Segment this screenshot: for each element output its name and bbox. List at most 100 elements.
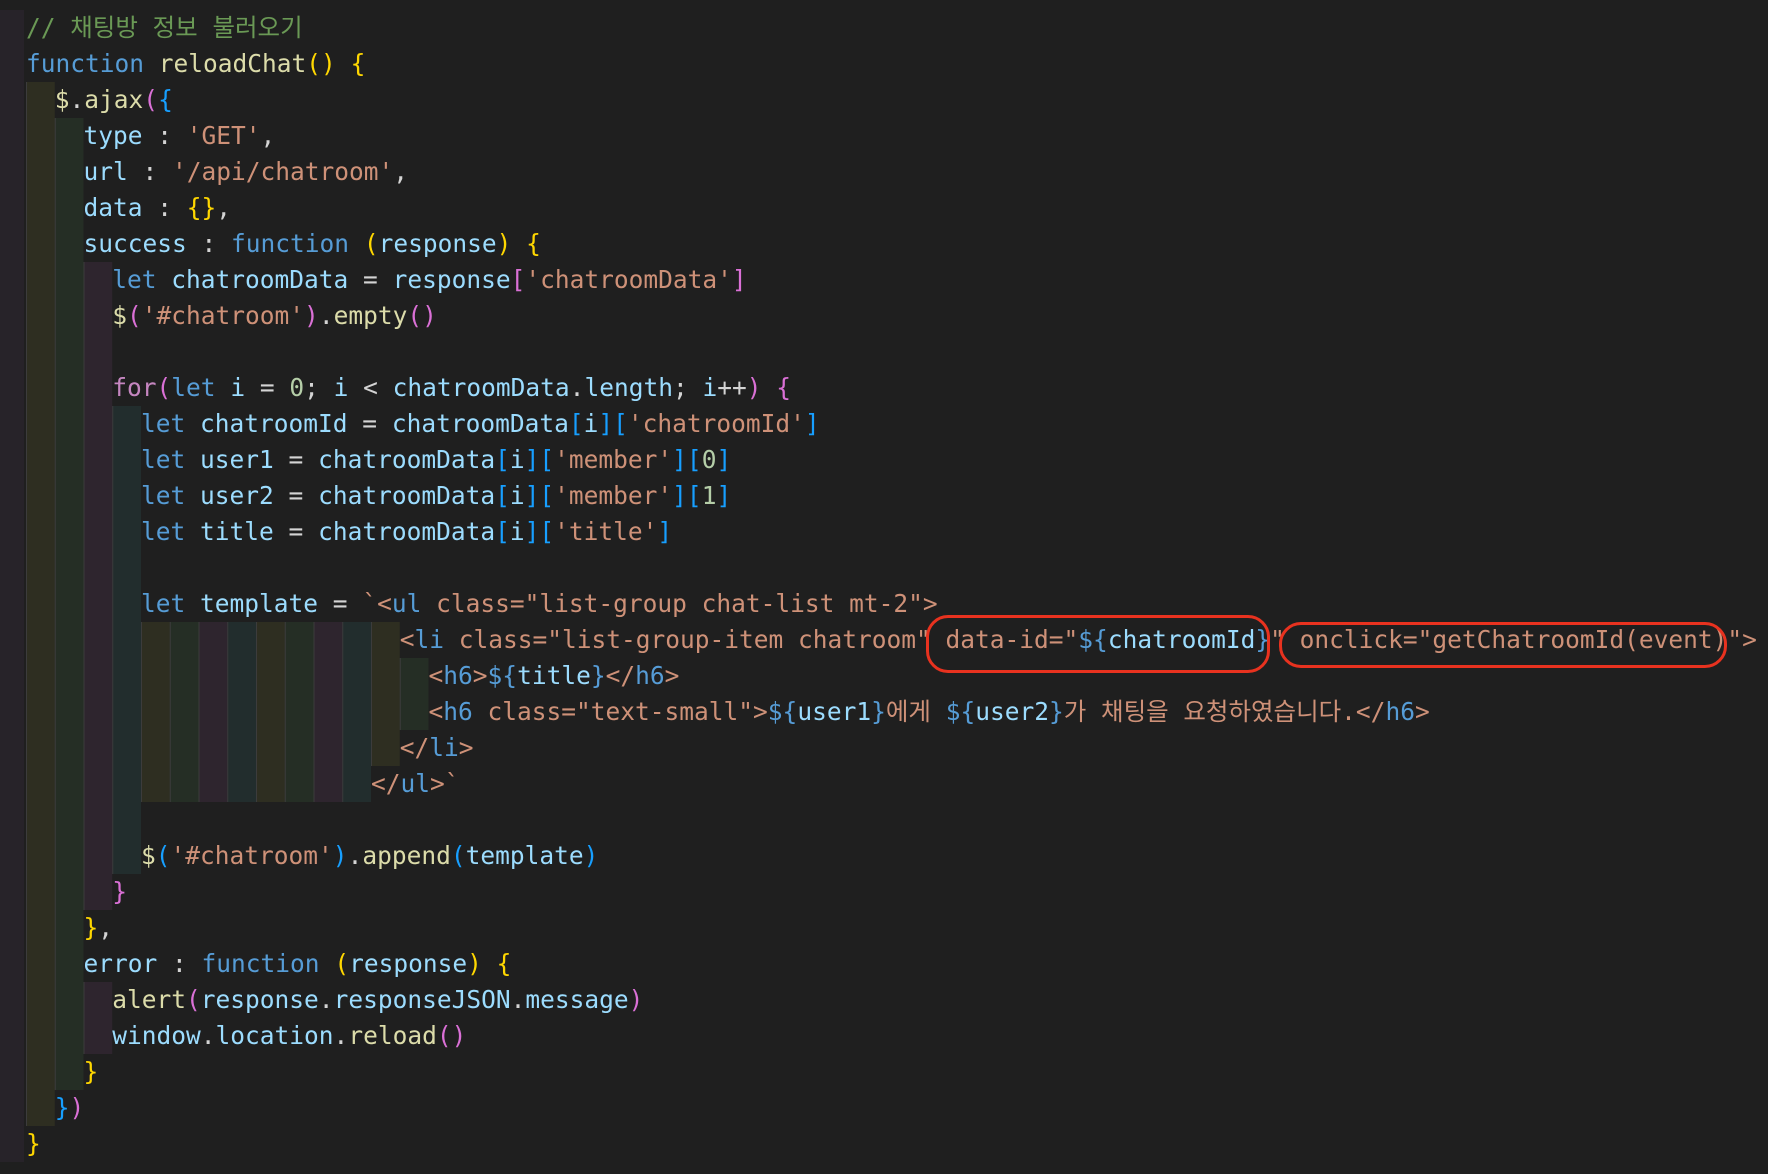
code-token: 에게	[885, 697, 946, 726]
code-token: chatroomId	[200, 409, 348, 438]
code-line: let template = `<ul class="list-group ch…	[0, 586, 1757, 622]
code-token: title	[517, 661, 591, 690]
code-token: [	[539, 481, 555, 510]
code-line: let user1 = chatroomData[i]['member'][0]	[0, 442, 1757, 478]
code-token: :	[127, 157, 173, 186]
code-token: response	[392, 265, 511, 294]
code-line: })	[0, 1090, 1757, 1126]
code-line: <li class="list-group-item chatroom" dat…	[0, 622, 1757, 658]
code-token: ,	[98, 913, 114, 942]
code-token: }	[112, 877, 128, 906]
code-token: [	[539, 445, 555, 474]
code-token: `<	[362, 589, 392, 618]
code-token: <	[428, 697, 444, 726]
code-lines: // 채팅방 정보 불러오기 function reloadChat() {$.a…	[0, 10, 1757, 1162]
code-token: i	[509, 517, 525, 546]
code-line: },	[0, 910, 1757, 946]
code-token: user2	[975, 697, 1049, 726]
code-line: alert(response.responseJSON.message)	[0, 982, 1757, 1018]
code-token: <	[348, 373, 393, 402]
code-token: reload	[348, 1021, 437, 1050]
code-token: url	[83, 157, 128, 186]
code-token: ajax	[84, 85, 144, 114]
code-token: li	[414, 625, 445, 654]
code-token: " onclick="getChatroomId(event)">	[1270, 625, 1757, 654]
code-token: {	[496, 949, 512, 978]
code-token: i	[583, 409, 599, 438]
code-token: ]	[524, 481, 540, 510]
code-token: h6	[443, 661, 473, 690]
code-token: message	[525, 985, 629, 1014]
code-token: $	[141, 841, 156, 870]
code-token: {	[350, 49, 366, 78]
code-token: =	[273, 481, 319, 510]
code-token: ${	[487, 661, 518, 690]
code-token: chatroomData	[391, 409, 569, 438]
code-token: ul	[391, 589, 422, 618]
code-token: )	[332, 841, 348, 870]
code-token: ]	[716, 481, 732, 510]
code-line: window.location.reload()	[0, 1018, 1757, 1054]
code-token: error	[83, 949, 158, 978]
code-token: ]	[716, 445, 732, 474]
code-token: ${	[767, 697, 798, 726]
code-token: li	[429, 733, 459, 762]
code-token: ${	[945, 697, 976, 726]
code-token: .	[69, 85, 85, 114]
code-line: }	[0, 1054, 1757, 1090]
code-token: }	[1255, 625, 1271, 654]
code-token: ,	[216, 193, 232, 222]
code-token: function	[201, 949, 320, 978]
code-line: </ul>`	[0, 766, 1757, 802]
code-token: <	[428, 661, 444, 690]
code-token: let	[141, 517, 186, 546]
code-token: let	[141, 409, 186, 438]
code-token: length	[584, 373, 673, 402]
code-token: 'title'	[554, 517, 658, 546]
code-token: (	[127, 301, 142, 330]
code-editor[interactable]: // 채팅방 정보 불러오기 function reloadChat() {$.a…	[0, 0, 1768, 1174]
code-token: let	[141, 445, 186, 474]
code-token: chatroomData	[318, 481, 496, 510]
code-token: '#chatroom'	[141, 301, 305, 330]
code-token: data	[83, 193, 143, 222]
code-token: type	[83, 121, 143, 150]
code-token: alert	[112, 985, 187, 1014]
code-token: :	[142, 121, 187, 150]
code-line: let chatroomData = response['chatroomDat…	[0, 262, 1757, 298]
code-token: response	[349, 949, 468, 978]
code-token: // 채팅방 정보 불러오기	[26, 13, 303, 42]
code-token: {	[158, 85, 173, 114]
code-token: i	[333, 373, 349, 402]
code-token: let	[141, 589, 186, 618]
code-token: let	[171, 373, 216, 402]
code-token: class="text-small">	[472, 697, 768, 726]
code-token: i	[509, 445, 525, 474]
code-line: }	[0, 874, 1757, 910]
code-token: <	[399, 625, 415, 654]
code-token: [	[495, 445, 510, 474]
code-token: location	[215, 1021, 334, 1050]
code-token: ,	[393, 157, 409, 186]
code-token: '#chatroom'	[170, 841, 333, 870]
code-line: }	[0, 1126, 1757, 1162]
code-token: 가 채팅을 요청하였습니다.</	[1063, 697, 1386, 726]
code-token: 'GET'	[186, 121, 261, 150]
code-line: url : '/api/chatroom',	[0, 154, 1757, 190]
code-token: user1	[797, 697, 872, 726]
code-token: class="list-group chat-list mt-2">	[421, 589, 938, 618]
code-token: ]	[804, 409, 820, 438]
code-token: .	[318, 985, 334, 1014]
code-line: data : {},	[0, 190, 1757, 226]
code-token: 0	[289, 373, 305, 402]
code-token: ++	[717, 373, 747, 402]
code-token: chatroomData	[171, 265, 349, 294]
code-token: .	[347, 841, 363, 870]
code-token: :	[186, 229, 232, 258]
code-token: 0	[701, 445, 717, 474]
